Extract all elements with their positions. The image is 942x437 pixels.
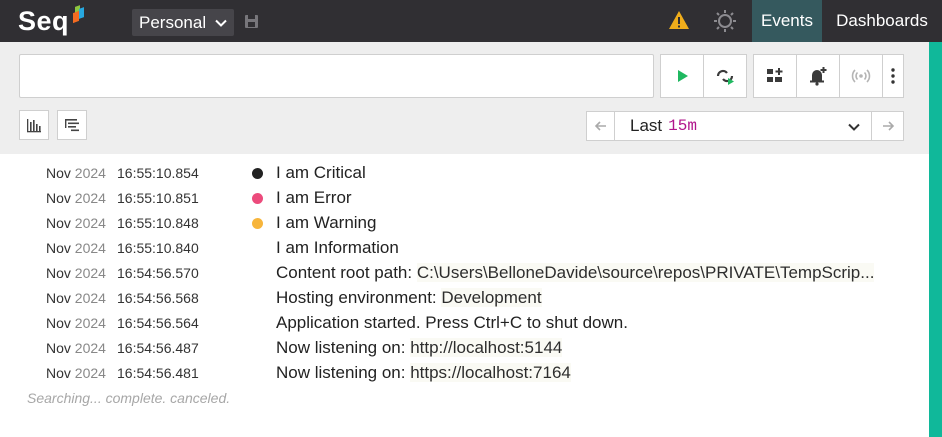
range-value: 15m [668,117,697,135]
refresh-play-icon [716,69,734,85]
event-date: Nov 2024 [46,265,106,281]
event-message: I am Warning [276,213,377,232]
nav-dashboards-tab[interactable]: Dashboards [826,0,938,42]
event-row[interactable]: Nov 2024 16:55:10.848 I am Warning [0,211,929,236]
add-to-dashboard-button[interactable] [753,54,797,98]
event-time: 16:54:56.570 [117,265,199,281]
event-date: Nov 2024 [46,215,106,231]
event-time: 16:54:56.481 [117,365,199,381]
range-next-button[interactable] [871,111,904,141]
run-query-button[interactable] [660,54,704,98]
event-row[interactable]: Nov 2024 16:54:56.570 Content root path:… [0,261,929,286]
right-accent-rail [929,42,942,437]
event-date: Nov 2024 [46,165,106,181]
event-property-value: https://localhost:7164 [410,363,571,382]
event-message: Application started. Press Ctrl+C to shu… [276,313,628,332]
event-row[interactable]: Nov 2024 16:54:56.564 Application starte… [0,311,929,336]
event-date: Nov 2024 [46,365,106,381]
event-property-value: http://localhost:5144 [410,338,563,357]
more-options-button[interactable] [882,54,904,98]
event-time: 16:55:10.848 [117,215,199,231]
tail-button[interactable] [703,54,747,98]
event-message: Hosting environment: Development [276,288,542,307]
nav-events-tab[interactable]: Events [752,0,822,42]
event-row[interactable]: Nov 2024 16:54:56.568 Hosting environmen… [0,286,929,311]
event-message: Now listening on: http://localhost:5144 [276,338,563,357]
chevron-down-icon [215,19,227,27]
event-date: Nov 2024 [46,340,106,356]
bell-plus-icon [810,67,827,86]
event-message: I am Critical [276,163,366,182]
broadcast-icon [851,69,871,83]
signal-button[interactable] [839,54,883,98]
theme-toggle-icon[interactable] [713,9,737,33]
event-row[interactable]: Nov 2024 16:55:10.851 I am Error [0,186,929,211]
logo-text: Seq [18,5,70,36]
search-input[interactable] [19,54,654,98]
event-time: 16:54:56.487 [117,340,199,356]
event-property-value: C:\Users\BelloneDavide\source\repos\PRIV… [416,263,875,282]
range-label: Last [630,116,663,135]
event-time: 16:55:10.840 [117,240,199,256]
level-warning-icon [252,218,263,229]
event-row[interactable]: Nov 2024 16:54:56.487 Now listening on: … [0,336,929,361]
event-message: I am Information [276,238,399,257]
warning-icon[interactable] [668,9,690,31]
workspace-selector[interactable]: Personal [132,9,234,36]
event-row[interactable]: Nov 2024 16:55:10.840 I am Information [0,236,929,261]
range-previous-button[interactable] [586,111,615,141]
level-critical-icon [252,168,263,179]
query-toolbar: Last 15m [0,42,929,154]
event-date: Nov 2024 [46,290,106,306]
tree-list-icon [65,119,79,132]
seq-logo[interactable]: Seq [18,4,85,38]
add-alert-button[interactable] [796,54,840,98]
arrow-right-icon [882,121,894,131]
logo-flag-icon [73,5,85,26]
event-property-value: Development [441,288,542,307]
search-status-text: Searching... complete. canceled. [27,390,231,406]
time-range-select[interactable]: Last 15m [614,111,872,141]
arrow-left-icon [594,121,606,131]
event-message: Content root path: C:\Users\BelloneDavid… [276,263,875,282]
bar-chart-icon [27,119,41,133]
event-time: 16:54:56.568 [117,290,199,306]
workspace-label: Personal [139,12,207,32]
event-row[interactable]: Nov 2024 16:55:10.854 I am Critical [0,161,929,186]
event-list: Nov 2024 16:55:10.854 I am Critical Nov … [0,161,929,386]
event-message: Now listening on: https://localhost:7164 [276,363,571,382]
more-vertical-icon [891,68,895,84]
event-date: Nov 2024 [46,190,106,206]
event-row[interactable]: Nov 2024 16:54:56.481 Now listening on: … [0,361,929,386]
chevron-down-icon [848,123,860,131]
event-date: Nov 2024 [46,240,106,256]
add-grid-icon [767,68,783,82]
event-time: 16:55:10.854 [117,165,199,181]
play-icon [678,70,688,82]
top-nav-bar: Seq Personal Events Dashboards [0,0,942,42]
event-date: Nov 2024 [46,315,106,331]
event-time: 16:55:10.851 [117,190,199,206]
histogram-toggle-button[interactable] [19,110,49,140]
save-icon[interactable] [244,14,259,29]
event-message: I am Error [276,188,352,207]
signals-panel-button[interactable] [57,110,87,140]
event-time: 16:54:56.564 [117,315,199,331]
level-error-icon [252,193,263,204]
